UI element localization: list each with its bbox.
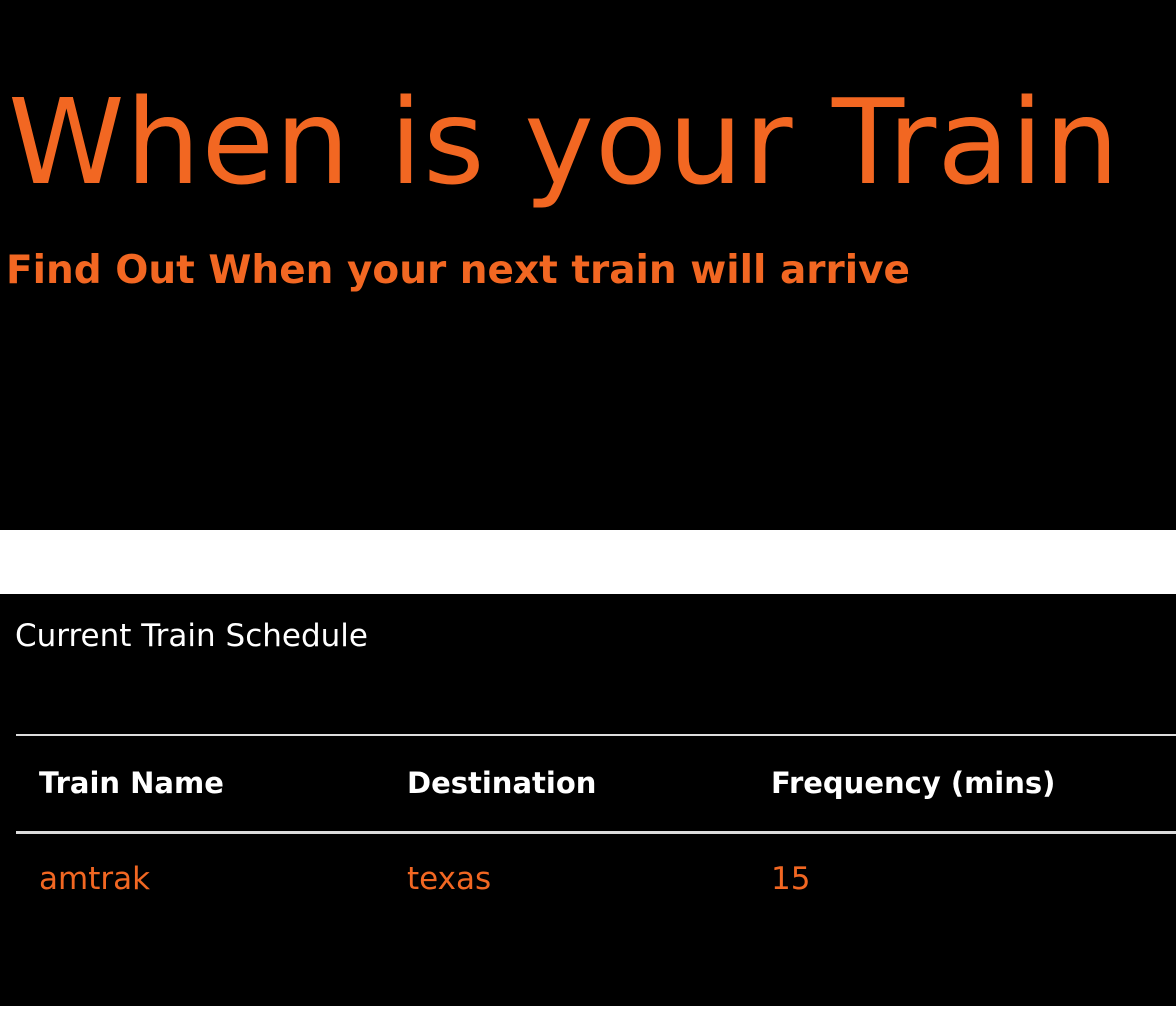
- schedule-table: Train Name Destination Frequency (mins) …: [16, 734, 1176, 924]
- page-title: When is your Train: [8, 73, 1121, 211]
- column-header-frequency: Frequency (mins): [771, 766, 1056, 801]
- column-header-train-name: Train Name: [39, 766, 224, 801]
- column-header-destination: Destination: [407, 766, 597, 801]
- hero-banner: When is your Train Find Out When your ne…: [0, 0, 1176, 530]
- schedule-title: Current Train Schedule: [15, 618, 368, 654]
- schedule-panel: Current Train Schedule Train Name Destin…: [0, 594, 1176, 1006]
- table-header-row: Train Name Destination Frequency (mins): [16, 735, 1176, 832]
- page-subtitle: Find Out When your next train will arriv…: [6, 248, 911, 293]
- cell-frequency: 15: [771, 860, 811, 897]
- cell-destination: texas: [407, 860, 492, 897]
- table-row: amtrak texas 15: [16, 832, 1176, 924]
- cell-train-name: amtrak: [39, 860, 151, 897]
